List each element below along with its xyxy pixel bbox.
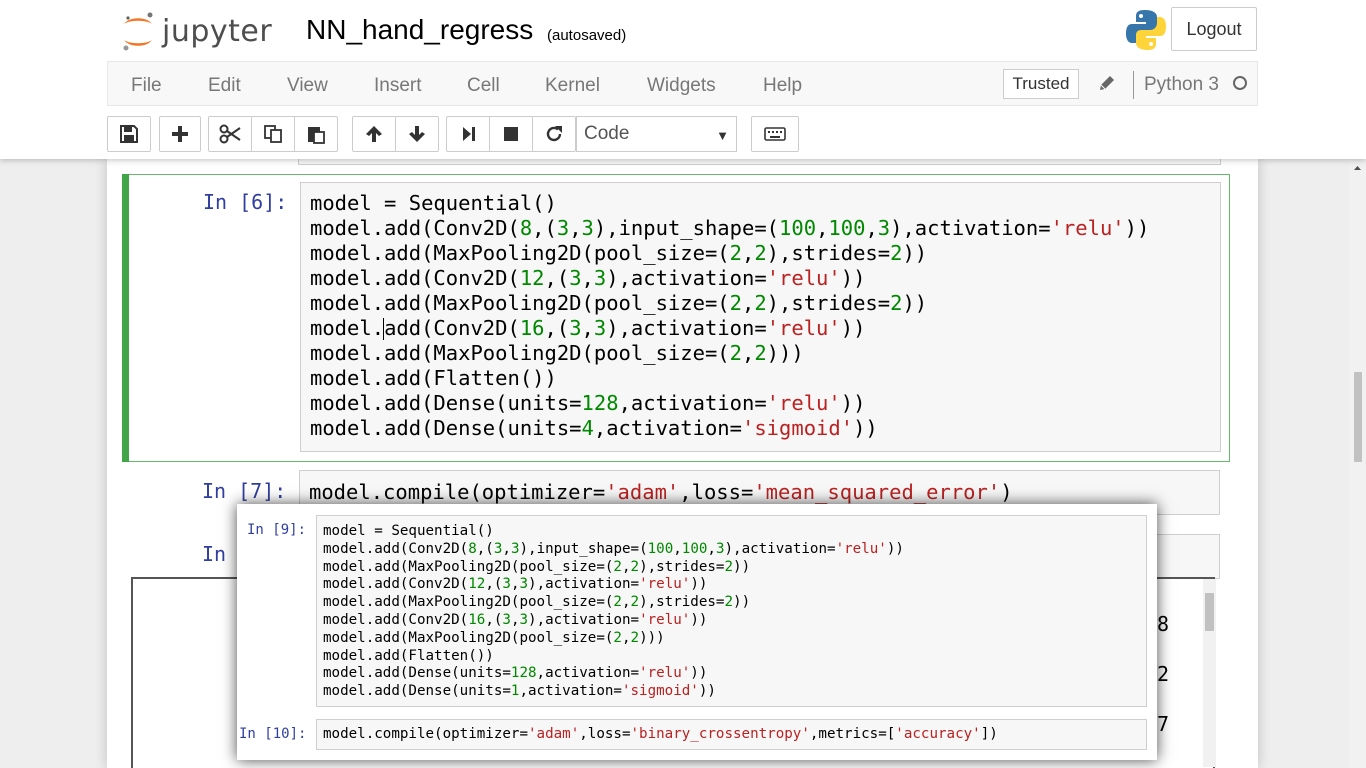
refresh-icon bbox=[546, 126, 562, 142]
menu-view[interactable]: View bbox=[287, 75, 328, 97]
step-forward-icon bbox=[463, 127, 475, 141]
code-line: model.add(Conv2D(16,(3,3),activation='re… bbox=[323, 611, 708, 628]
code-line: model.add(Flatten()) bbox=[310, 366, 557, 390]
arrow-down-icon bbox=[409, 126, 425, 142]
autosave-status: (autosaved) bbox=[547, 27, 627, 44]
dropdown-arrow-icon: ▼ bbox=[716, 128, 729, 143]
plus-icon bbox=[172, 126, 188, 142]
cell-prompt: In [10]: bbox=[239, 726, 307, 742]
scissors-icon bbox=[219, 124, 241, 144]
code-editor[interactable]: model = Sequential() model.add(Conv2D(8,… bbox=[316, 515, 1147, 707]
code-line: model.add(MaxPooling2D(pool_size=(2,2),s… bbox=[310, 241, 928, 265]
save-button[interactable] bbox=[107, 116, 151, 152]
code-line: model.compile(optimizer='adam',loss='mea… bbox=[309, 480, 1013, 504]
code-line: model.add(MaxPooling2D(pool_size=(2,2))) bbox=[310, 341, 804, 365]
code-editor[interactable]: model = Sequential() model.add(Conv2D(8,… bbox=[300, 182, 1221, 452]
kernel-separator bbox=[1133, 71, 1134, 99]
kernel-idle-indicator-icon bbox=[1233, 76, 1247, 90]
run-button-group bbox=[446, 116, 576, 152]
code-line: model.add(Conv2D(12,(3,3),activation='re… bbox=[310, 266, 866, 290]
code-line: model.add(MaxPooling2D(pool_size=(2,2),s… bbox=[323, 594, 751, 611]
stop-icon bbox=[504, 127, 518, 141]
page-scrollbar[interactable] bbox=[1349, 159, 1366, 768]
text-cursor bbox=[383, 318, 385, 340]
move-button-group bbox=[352, 116, 439, 152]
kernel-name[interactable]: Python 3 bbox=[1144, 74, 1219, 96]
code-line: model.add(Conv2D(8,(3,3),input_shape=(10… bbox=[310, 216, 1150, 240]
menu-cell[interactable]: Cell bbox=[467, 75, 500, 97]
selected-cell-indicator bbox=[122, 174, 129, 462]
menubar: File Edit View Insert Cell Kernel Widget… bbox=[107, 61, 1258, 106]
menu-kernel[interactable]: Kernel bbox=[545, 75, 600, 97]
code-line: model.add(Dense(units=4,activation='sigm… bbox=[310, 416, 878, 440]
page-scrollbar-thumb[interactable] bbox=[1354, 372, 1362, 462]
code-line: model.add(Conv2D(8,(3,3),input_shape=(10… bbox=[323, 540, 904, 557]
menu-help[interactable]: Help bbox=[763, 75, 802, 97]
previous-cell-edge bbox=[298, 159, 1221, 165]
interrupt-kernel-button[interactable] bbox=[489, 116, 533, 152]
cell-type-value: Code bbox=[584, 123, 630, 144]
code-line: model.add(Dense(units=128,activation='re… bbox=[310, 391, 866, 415]
output-fragment: 8 bbox=[1157, 612, 1170, 636]
notebook-preview-popup: In [9]: model = Sequential() model.add(C… bbox=[237, 504, 1157, 760]
cell-prompt: In bbox=[202, 542, 227, 566]
code-line: model.add(Dense(units=1,activation='sigm… bbox=[323, 683, 716, 700]
output-fragment: 2 bbox=[1157, 662, 1170, 686]
cell-prompt: In [9]: bbox=[247, 522, 307, 538]
code-line: model.add(Conv2D(16,(3,3),activation='re… bbox=[310, 316, 866, 340]
copy-icon bbox=[264, 125, 282, 143]
move-down-button[interactable] bbox=[395, 116, 439, 152]
output-scrollbar-thumb[interactable] bbox=[1205, 593, 1214, 631]
cell-type-select[interactable]: Code ▼ bbox=[576, 116, 737, 152]
menu-insert[interactable]: Insert bbox=[374, 75, 422, 97]
cell-prompt: In [7]: bbox=[202, 479, 287, 503]
insert-cell-button[interactable] bbox=[159, 116, 201, 152]
scroll-up-arrow-icon[interactable] bbox=[1349, 161, 1366, 175]
code-line: model = Sequential() bbox=[323, 523, 494, 539]
menu-widgets[interactable]: Widgets bbox=[647, 75, 716, 97]
move-up-button[interactable] bbox=[352, 116, 396, 152]
code-line: model.add(Flatten()) bbox=[323, 647, 494, 664]
jupyter-logo[interactable]: jupyter bbox=[120, 10, 272, 52]
restart-kernel-button[interactable] bbox=[532, 116, 576, 152]
notebook-title[interactable]: NN_hand_regress bbox=[306, 14, 533, 46]
python-logo-icon bbox=[1124, 8, 1168, 57]
keyboard-icon bbox=[764, 127, 786, 141]
jupyter-logo-text: jupyter bbox=[162, 13, 273, 49]
code-line: model.add(MaxPooling2D(pool_size=(2,2),s… bbox=[310, 291, 928, 315]
jupyter-logo-icon bbox=[123, 12, 153, 51]
arrow-up-icon bbox=[366, 126, 382, 142]
run-cell-button[interactable] bbox=[446, 116, 490, 152]
code-line: model.add(Dense(units=128,activation='re… bbox=[323, 665, 708, 682]
logout-button[interactable]: Logout bbox=[1171, 7, 1257, 51]
menu-file[interactable]: File bbox=[131, 75, 162, 97]
notebook-header: jupyter NN_hand_regress (autosaved) Logo… bbox=[0, 0, 1366, 159]
code-cell-6[interactable]: In [6]: model = Sequential() model.add(C… bbox=[122, 174, 1230, 462]
code-line: model = Sequential() bbox=[310, 191, 557, 215]
code-line: model.add(MaxPooling2D(pool_size=(2,2),s… bbox=[323, 558, 751, 575]
menu-edit[interactable]: Edit bbox=[208, 75, 241, 97]
copy-button[interactable] bbox=[251, 116, 295, 152]
edit-button-group bbox=[208, 116, 338, 152]
code-line: model.compile(optimizer='adam',loss='bin… bbox=[323, 726, 998, 742]
output-scrollbar[interactable] bbox=[1203, 579, 1216, 767]
paste-button[interactable] bbox=[294, 116, 338, 152]
command-palette-button[interactable] bbox=[751, 116, 799, 152]
output-fragment: 7 bbox=[1157, 712, 1170, 736]
pencil-icon[interactable] bbox=[1098, 74, 1116, 97]
code-line: model.add(MaxPooling2D(pool_size=(2,2))) bbox=[323, 629, 665, 646]
code-editor[interactable]: model.compile(optimizer='adam',loss='bin… bbox=[316, 719, 1147, 750]
paste-icon bbox=[308, 127, 325, 144]
cell-prompt: In [6]: bbox=[203, 190, 288, 214]
cut-button[interactable] bbox=[208, 116, 252, 152]
trusted-indicator[interactable]: Trusted bbox=[1003, 69, 1079, 99]
code-line: model.add(Conv2D(12,(3,3),activation='re… bbox=[323, 576, 708, 593]
save-icon bbox=[120, 125, 138, 143]
